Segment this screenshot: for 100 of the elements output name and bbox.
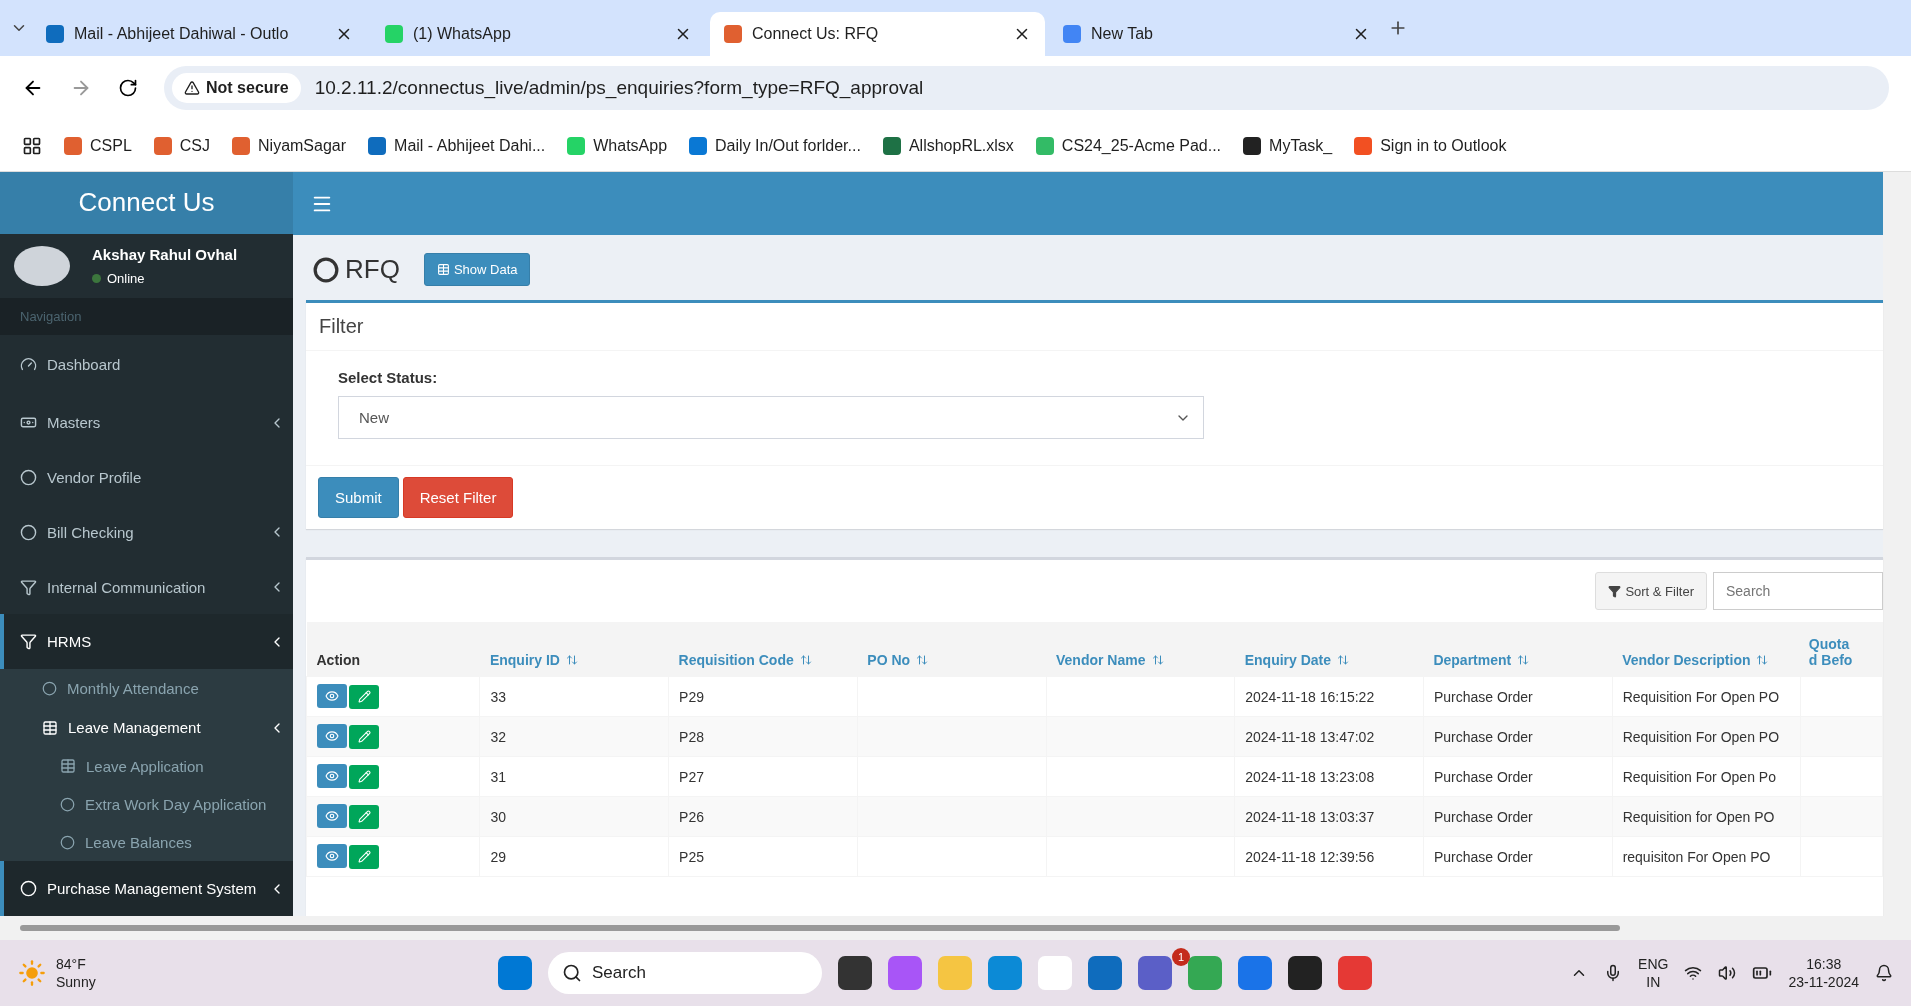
reload-icon[interactable] bbox=[118, 78, 138, 98]
bookmark[interactable]: Sign in to Outlook bbox=[1354, 136, 1507, 155]
circle-icon bbox=[60, 796, 75, 812]
sidebar-item[interactable]: Internal Communication bbox=[0, 559, 293, 615]
status-dot bbox=[92, 273, 101, 283]
bookmark[interactable]: CS24_25-Acme Pad... bbox=[1035, 136, 1222, 155]
taskbar-search[interactable]: Search bbox=[548, 952, 822, 994]
view-button[interactable] bbox=[317, 724, 347, 749]
sort-icon[interactable] bbox=[1756, 654, 1769, 666]
clock-date[interactable]: 23-11-2024 bbox=[1788, 973, 1859, 992]
site-icon bbox=[1035, 136, 1054, 155]
reset-filter-button[interactable]: Reset Filter bbox=[402, 477, 514, 518]
table-cell: 30 bbox=[479, 796, 669, 837]
tab-title: Connect Us: RFQ bbox=[752, 25, 880, 43]
sort-icon[interactable] bbox=[1517, 654, 1530, 666]
table-cell: Purchase Order bbox=[1423, 676, 1613, 717]
sidebar-item[interactable]: Purchase Management System bbox=[0, 861, 293, 916]
notification-icon[interactable] bbox=[1875, 964, 1893, 982]
pencil-icon bbox=[357, 770, 371, 784]
site-icon bbox=[882, 136, 901, 155]
column-header: Action bbox=[306, 622, 480, 677]
edit-button[interactable] bbox=[349, 684, 379, 709]
table-cell: Requisition For Open PO bbox=[1612, 716, 1801, 757]
table-icon bbox=[436, 263, 450, 276]
view-button[interactable] bbox=[317, 844, 347, 869]
view-button[interactable] bbox=[317, 684, 347, 709]
address-bar[interactable]: Not secure 10.2.11.2/connectus_live/admin/ps_enquiries?form_type=RFQ_approval bbox=[164, 66, 1889, 110]
start-icon[interactable] bbox=[498, 956, 532, 990]
app-icon[interactable] bbox=[838, 956, 872, 990]
sidebar-item[interactable]: HRMS bbox=[0, 614, 293, 670]
eye-icon bbox=[325, 809, 339, 824]
submit-button[interactable]: Submit bbox=[318, 477, 399, 518]
search-field[interactable]: Search bbox=[1713, 572, 1883, 610]
bookmark[interactable]: Mail - Abhijeet Dahi... bbox=[368, 136, 546, 155]
bookmark[interactable]: MyTask_ bbox=[1243, 136, 1333, 155]
region[interactable]: IN bbox=[1646, 973, 1661, 992]
sidebar-subitem[interactable]: Leave Balances bbox=[0, 823, 293, 862]
bookmark[interactable]: Daily In/Out forlder... bbox=[689, 136, 861, 155]
volume-icon[interactable] bbox=[1718, 964, 1737, 982]
filter-icon bbox=[20, 633, 37, 651]
security-chip[interactable]: Not secure bbox=[172, 73, 301, 103]
browser-tab[interactable]: Connect Us: RFQ bbox=[710, 12, 1045, 56]
table-cell: P25 bbox=[668, 836, 858, 877]
eye-icon bbox=[325, 769, 339, 784]
pencil-icon bbox=[357, 850, 371, 864]
pencil-icon bbox=[357, 810, 371, 824]
sort-icon[interactable] bbox=[916, 654, 929, 666]
sidebar-item[interactable]: Masters bbox=[0, 395, 293, 451]
bookmark[interactable]: AllshopRL.xlsx bbox=[882, 136, 1014, 155]
sidebar-subitem[interactable]: Monthly Attendance bbox=[0, 669, 293, 709]
browser-tab[interactable]: New Tab bbox=[1049, 12, 1384, 56]
sidebar-label: Extra Work Day Application bbox=[85, 795, 267, 813]
language[interactable]: ENG bbox=[1638, 954, 1669, 973]
view-button[interactable] bbox=[317, 764, 347, 789]
temperature: 84°F bbox=[56, 954, 86, 973]
sidebar-item[interactable]: Dashboard bbox=[0, 334, 293, 396]
browser-tab[interactable]: Mail - Abhijeet Dahiwal - Outlo bbox=[32, 12, 367, 56]
apps-icon[interactable] bbox=[22, 135, 42, 156]
sidebar-item[interactable]: Vendor Profile bbox=[0, 450, 293, 505]
status-select[interactable]: New bbox=[338, 396, 1204, 439]
edit-button[interactable] bbox=[349, 804, 379, 829]
bookmark[interactable]: CSPL bbox=[64, 136, 132, 155]
sort-icon[interactable] bbox=[1151, 654, 1164, 666]
sort-icon[interactable] bbox=[565, 654, 578, 666]
edit-button[interactable] bbox=[349, 844, 379, 869]
url-text: 10.2.11.2/connectus_live/admin/ps_enquiries?form_type=RFQ_approval bbox=[314, 77, 924, 99]
show-data-button[interactable]: Show Data bbox=[423, 253, 531, 286]
browser-tab[interactable]: (1) WhatsApp bbox=[371, 12, 706, 56]
site-icon bbox=[689, 136, 708, 155]
sidebar-subitem[interactable]: Leave Application bbox=[0, 747, 293, 786]
edit-button[interactable] bbox=[349, 724, 379, 749]
circle-icon bbox=[20, 523, 37, 541]
table-cell: Requisition For Open PO bbox=[1612, 676, 1801, 717]
site-icon bbox=[1063, 25, 1081, 43]
filter-icon bbox=[20, 578, 37, 596]
sort-icon[interactable] bbox=[799, 654, 812, 666]
notification-badge: 1 bbox=[1172, 948, 1190, 966]
site-icon bbox=[567, 136, 586, 155]
sort-filter-button[interactable]: Sort & Filter bbox=[1595, 572, 1707, 610]
table-cell: P28 bbox=[668, 716, 858, 757]
table-cell: 2024-11-18 13:03:37 bbox=[1234, 796, 1424, 837]
sidebar-item[interactable]: Bill Checking bbox=[0, 504, 293, 560]
user-status: Online bbox=[107, 270, 145, 286]
view-button[interactable] bbox=[317, 804, 347, 829]
table-cell: Purchase Order bbox=[1423, 796, 1613, 837]
bookmark[interactable]: CSJ bbox=[153, 136, 211, 155]
bookmark[interactable]: NiyamSagar bbox=[232, 136, 347, 155]
site-icon bbox=[1354, 136, 1373, 155]
clock-time[interactable]: 16:38 bbox=[1806, 954, 1842, 973]
app-icon[interactable] bbox=[1288, 956, 1322, 990]
sidebar-subitem[interactable]: Extra Work Day Application bbox=[0, 785, 293, 824]
edit-button[interactable] bbox=[349, 764, 379, 789]
wifi-icon[interactable] bbox=[1684, 964, 1703, 982]
sidebar-subitem[interactable]: Leave Management bbox=[0, 708, 293, 748]
bookmark[interactable]: WhatsApp bbox=[567, 136, 668, 155]
table-cell: 31 bbox=[479, 756, 669, 797]
site-icon bbox=[385, 25, 403, 43]
sort-icon[interactable] bbox=[1337, 654, 1350, 666]
table-cell: 33 bbox=[479, 676, 669, 717]
table-icon bbox=[60, 758, 76, 775]
